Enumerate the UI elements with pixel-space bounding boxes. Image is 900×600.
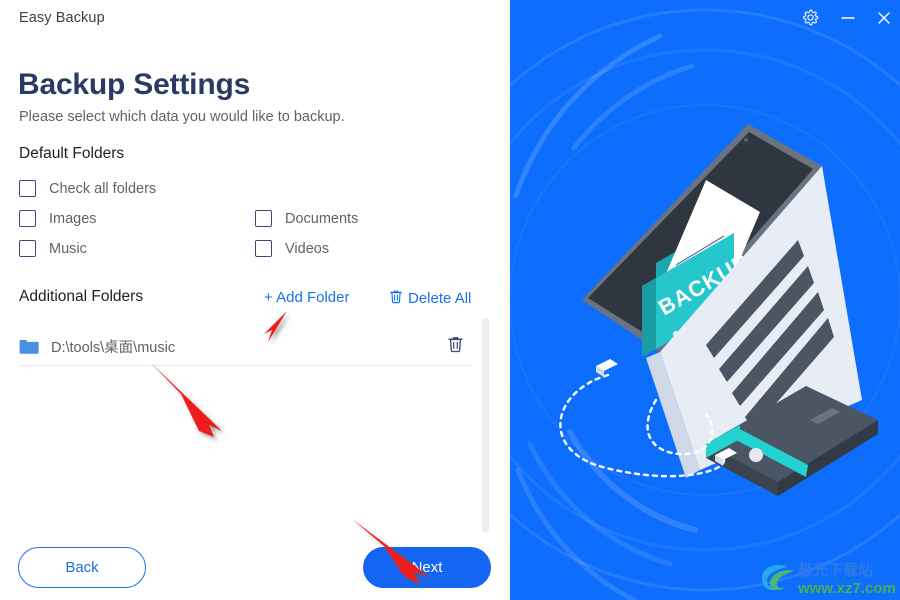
add-folder-label: + Add Folder <box>264 289 350 306</box>
illustration-panel: BACKUP 极光下载站 www.xz7.com <box>510 0 900 600</box>
next-button-label: Next <box>411 559 443 576</box>
checkbox-box[interactable] <box>19 210 36 227</box>
app-title: Easy Backup <box>19 10 105 26</box>
back-button-label: Back <box>65 559 99 576</box>
checkbox-check-all-folders[interactable]: Check all folders <box>19 180 156 197</box>
additional-folders-heading: Additional Folders <box>19 288 144 305</box>
page-title: Backup Settings <box>18 68 251 101</box>
checkbox-label: Music <box>49 240 87 257</box>
checkbox-label: Documents <box>285 210 359 227</box>
checkbox-images[interactable]: Images <box>19 210 97 227</box>
folder-path: D:\tools\桌面\music <box>51 340 176 356</box>
folder-icon <box>19 339 39 355</box>
checkbox-label: Videos <box>285 240 330 257</box>
add-folder-button[interactable]: + Add Folder <box>264 289 349 306</box>
checkbox-videos[interactable]: Videos <box>255 240 329 257</box>
trash-icon <box>389 289 403 307</box>
checkbox-documents[interactable]: Documents <box>255 210 358 227</box>
folder-list: D:\tools\桌面\music <box>0 318 510 540</box>
checkbox-label: Images <box>49 210 97 227</box>
watermark-brand: 极光下载站 <box>798 561 873 579</box>
folder-list-scrollbar[interactable] <box>482 318 489 533</box>
page-subtitle: Please select which data you would like … <box>19 109 345 125</box>
checkbox-music[interactable]: Music <box>19 240 87 257</box>
back-button[interactable]: Back <box>18 547 146 588</box>
checkbox-box[interactable] <box>19 180 36 197</box>
settings-panel: Easy Backup Backup Settings Please selec… <box>0 0 510 600</box>
watermark-url: www.xz7.com <box>797 580 896 597</box>
trash-icon[interactable] <box>447 335 464 358</box>
checkbox-box[interactable] <box>19 240 36 257</box>
next-button[interactable]: Next <box>363 547 491 588</box>
default-folders-heading: Default Folders <box>19 145 125 162</box>
backup-illustration: BACKUP <box>559 124 878 496</box>
checkbox-label: Check all folders <box>49 180 157 197</box>
checkbox-box[interactable] <box>255 240 272 257</box>
delete-all-label: Delete All <box>408 289 472 307</box>
app-window: Easy Backup Backup Settings Please selec… <box>0 0 900 600</box>
watermark: 极光下载站 www.xz7.com <box>762 561 896 597</box>
checkbox-box[interactable] <box>255 210 272 227</box>
delete-all-button[interactable]: Delete All <box>389 289 471 307</box>
folder-list-item[interactable]: D:\tools\桌面\music <box>19 328 472 366</box>
